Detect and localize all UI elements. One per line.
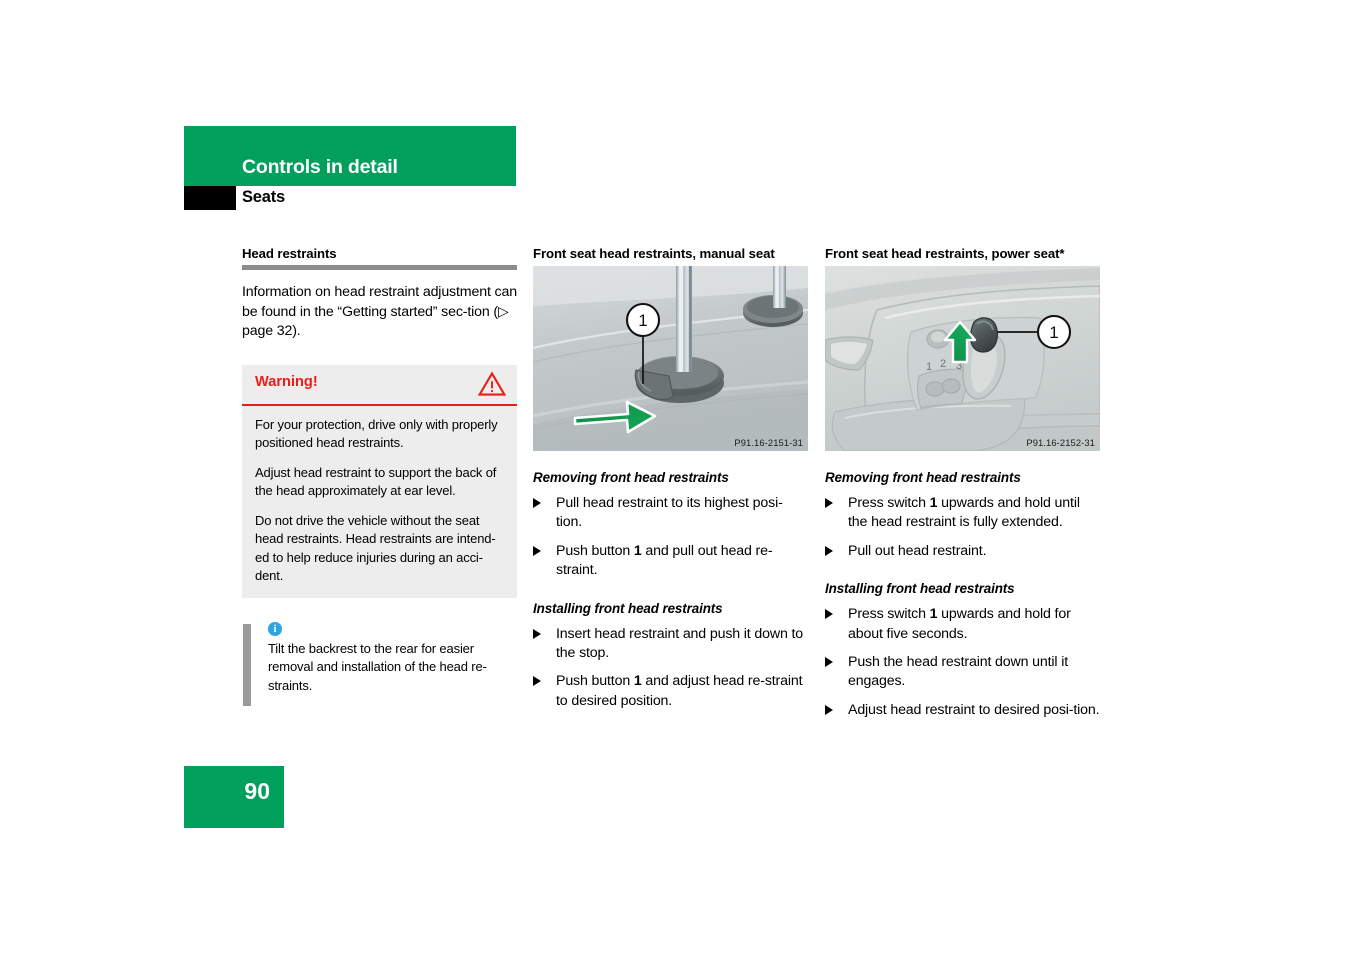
- chapter-header-band: Controls in detail: [184, 126, 516, 186]
- figure-id-code: P91.16-2152-31: [1026, 437, 1095, 448]
- list-item: Press switch 1 upwards and hold until th…: [825, 494, 1100, 533]
- warning-triangle-icon: [477, 371, 507, 402]
- warning-paragraph: For your protection, drive only with pro…: [255, 416, 498, 451]
- warning-paragraph: Adjust head restraint to support the bac…: [255, 464, 497, 499]
- warning-label: Warning!: [255, 373, 318, 390]
- list-item: Push the head restraint down until it en…: [825, 653, 1100, 692]
- list-item: Press switch 1 upwards and hold for abou…: [825, 605, 1100, 644]
- removing-steps-list: Press switch 1 upwards and hold until th…: [825, 494, 1100, 561]
- removing-steps-list: Pull head restraint to its highest posi-…: [533, 494, 808, 581]
- power-seat-illustration: 1 2 3 1: [825, 266, 1100, 451]
- manual-seat-illustration: 1: [533, 266, 808, 451]
- power-seat-head-restraint-figure: 1 2 3 1 P91.16-2152-31: [825, 266, 1100, 451]
- step-text-pre: Pull head restraint to its highest posi-…: [556, 495, 783, 531]
- section-marker-tab: [184, 186, 236, 210]
- step-text-pre: Push button: [556, 542, 634, 559]
- info-note-sidebar: [243, 623, 251, 706]
- step-text-pre: Adjust head restraint to desired posi-ti…: [848, 701, 1100, 718]
- section-title: Seats: [242, 188, 286, 206]
- list-item: Adjust head restraint to desired posi-ti…: [825, 701, 1100, 720]
- info-note: i Tilt the backrest to the rear for easi…: [242, 621, 517, 706]
- left-column: Head restraints Information on head rest…: [242, 246, 517, 706]
- chapter-title: Controls in detail: [242, 156, 398, 178]
- bullet-arrow-icon: [825, 657, 833, 668]
- installing-steps-list: Insert head restraint and push it down t…: [533, 625, 808, 712]
- step-text-pre: Pull out head restraint.: [848, 542, 987, 559]
- bullet-arrow-icon: [533, 545, 541, 556]
- memory-button-label-2: 2: [940, 358, 946, 370]
- warning-paragraph: Do not drive the vehicle without the sea…: [255, 512, 496, 584]
- bullet-arrow-icon: [533, 628, 541, 639]
- step-text-pre: Press switch: [848, 495, 930, 511]
- page-number: 90: [244, 778, 270, 804]
- step-text-pre: Press switch: [848, 606, 930, 623]
- installing-steps-list: Press switch 1 upwards and hold for abou…: [825, 605, 1100, 720]
- bullet-arrow-icon: [533, 498, 541, 508]
- bullet-arrow-icon: [533, 676, 541, 687]
- page-footer-band: 90: [184, 766, 284, 828]
- list-item: Insert head restraint and push it down t…: [533, 625, 808, 664]
- left-column-heading: Head restraints: [242, 246, 337, 261]
- installing-heading: Installing front head restraints: [533, 600, 723, 616]
- bullet-arrow-icon: [825, 609, 833, 620]
- heading-rule: [242, 265, 517, 270]
- removing-heading: Removing front head restraints: [825, 470, 1021, 485]
- manual-seat-head-restraint-figure: 1 P91.16-2151-31: [533, 266, 808, 451]
- step-ref: 1: [633, 673, 642, 690]
- list-item: Push button 1 and adjust head re-straint…: [533, 672, 808, 711]
- figure-id-code: P91.16-2151-31: [734, 437, 803, 448]
- bullet-arrow-icon: [825, 704, 833, 715]
- step-text-pre: Push the head restraint down until it en…: [848, 654, 1069, 690]
- list-item: Push button 1 and pull out head re-strai…: [533, 542, 808, 581]
- warning-body: For your protection, drive only with pro…: [242, 406, 517, 598]
- installing-heading: Installing front head restraints: [825, 581, 1015, 597]
- list-item: Pull head restraint to its highest posi-…: [533, 494, 808, 533]
- warning-box: Warning! For your protection, drive only…: [242, 364, 517, 598]
- info-note-text: Tilt the backrest to the rear for easier…: [268, 640, 487, 693]
- bullet-arrow-icon: [825, 545, 833, 556]
- bullet-arrow-icon: [825, 498, 833, 508]
- step-text-pre: Push button: [556, 673, 634, 690]
- memory-button-label-1: 1: [926, 361, 932, 373]
- middle-column: Front seat head restraints, manual seat: [533, 246, 808, 711]
- step-text-pre: Insert head restraint and push it down t…: [556, 625, 804, 662]
- removing-heading: Removing front head restraints: [533, 470, 729, 485]
- list-item: Pull out head restraint.: [825, 542, 1100, 561]
- step-ref: 1: [633, 542, 642, 559]
- right-column-heading: Front seat head restraints, power seat*: [825, 246, 1065, 261]
- figure-callout-1: 1: [638, 311, 647, 330]
- warning-header: Warning!: [242, 365, 517, 406]
- right-column: Front seat head restraints, power seat*: [825, 246, 1100, 720]
- figure-callout-1: 1: [1049, 323, 1058, 342]
- middle-column-heading: Front seat head restraints, manual seat: [533, 246, 775, 261]
- intro-paragraph: Information on head restraint adjustment…: [242, 284, 517, 340]
- info-circle-icon: i: [268, 621, 282, 636]
